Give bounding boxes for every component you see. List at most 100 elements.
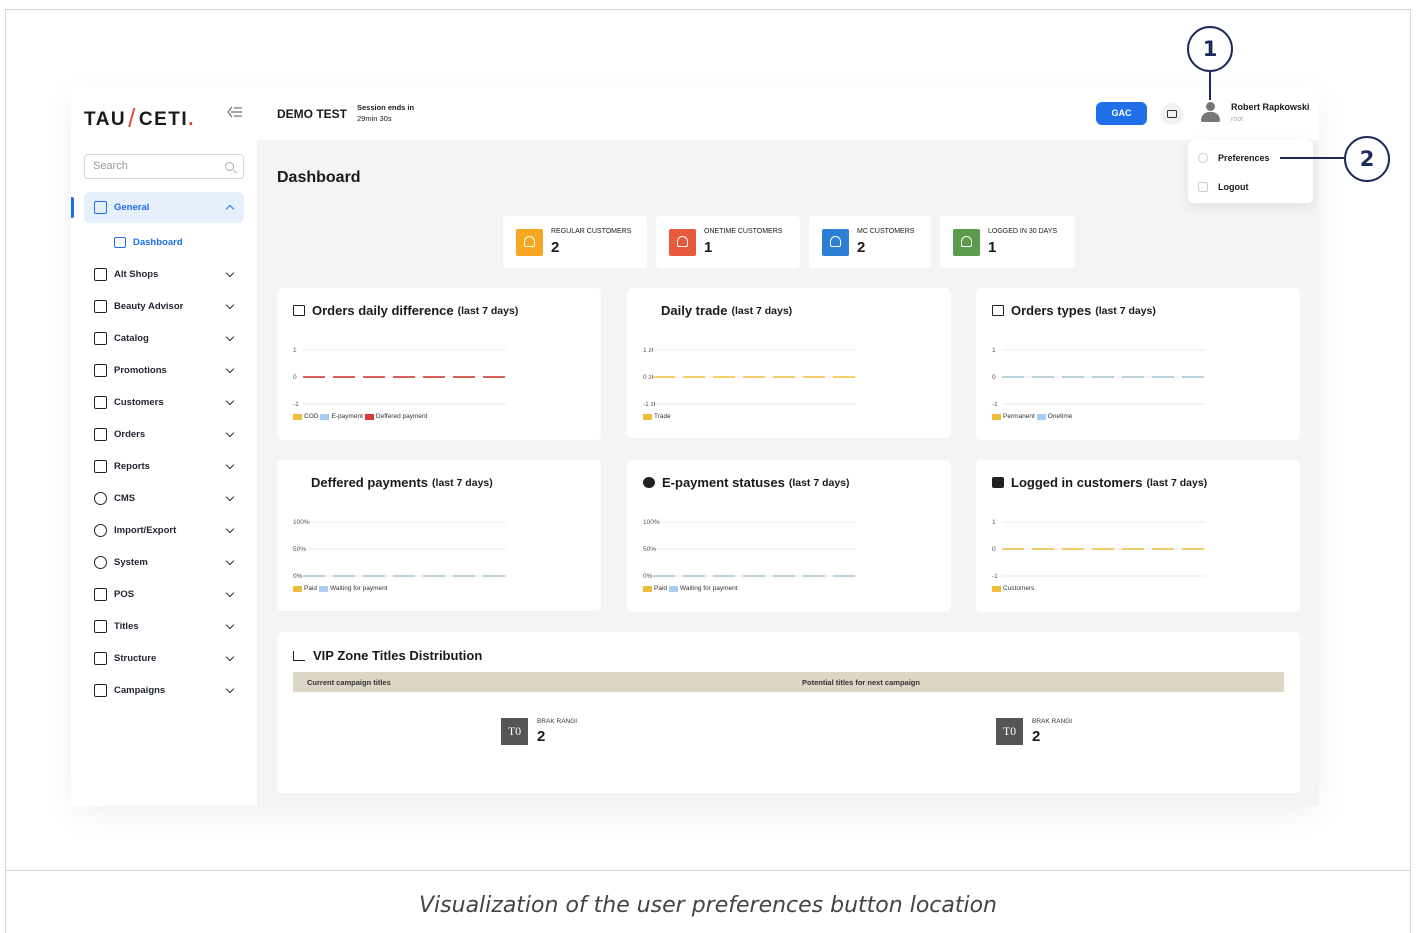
y-tick-label: -1 [992,401,998,408]
sidebar-subitem-dashboard[interactable]: Dashboard [114,232,183,252]
sidebar-item-pos[interactable]: POS [84,579,244,610]
chevron-up-icon [225,204,235,214]
chart-legend: Trade [643,413,673,420]
topbar: DEMO TEST Session ends in 29min 30s GAC … [257,88,1319,140]
sidebar-item-cms[interactable]: CMS [84,483,244,514]
session-timer: Session ends in 29min 30s [357,102,414,124]
sidebar-item-reports[interactable]: Reports [84,451,244,482]
logo-text-ceti: CETI [138,109,189,130]
chevron-down-icon [225,652,235,662]
stat-label: REGULAR CUSTOMERS [551,228,632,235]
sidebar-item-label: Alt Shops [114,269,159,280]
search-input[interactable]: Search [84,154,244,179]
legend-label: Paid [304,585,318,592]
chevron-down-icon [225,556,235,566]
sidebar-item-structure[interactable]: Structure [84,643,244,674]
title-label: BRAK RANGI [537,718,578,725]
chevron-down-icon [225,492,235,502]
y-tick-label: 0 [992,374,996,381]
sidebar-item-system[interactable]: System [84,547,244,578]
user-name[interactable]: Robert Rapkowski [1231,102,1310,112]
sidebar-item-label: Campaigns [114,685,166,696]
legend-item[interactable]: Paid [643,585,667,592]
share-icon [94,524,107,537]
legend-item[interactable]: Onetime [1036,413,1072,420]
stat-mc-customers: MC CUSTOMERS 2 [809,216,931,268]
chevron-down-icon [225,620,235,630]
y-tick-label: 0 [293,374,297,381]
sidebar-item-label: Orders [114,429,146,440]
gift-icon [94,364,107,377]
user-avatar-icon[interactable] [1200,102,1220,124]
search-icon [225,162,234,171]
sidebar-item-beauty-advisor[interactable]: Beauty Advisor [84,291,244,322]
legend-item[interactable]: Deffered payment [364,413,427,420]
legend-swatch [643,585,652,592]
logo-text-tau: TAU [84,109,127,130]
y-tick-label: 100% [293,519,310,526]
legend-item[interactable]: E-payment [320,413,363,420]
y-tick-label: 100% [643,519,660,526]
sidebar-item-label: Customers [114,397,164,408]
chart-card-deffered-payments: Deffered payments (last 7 days) 100% 50% 0%… [277,460,601,611]
y-tick-label: 50% [293,546,306,553]
collapse-sidebar-icon[interactable] [227,105,243,119]
stat-regular-customers: REGULAR CUSTOMERS 2 [503,216,647,268]
sidebar-item-label: Import/Export [114,525,177,536]
stat-value: 1 [704,239,713,256]
gac-button[interactable]: GAC [1096,102,1147,125]
preferences-menu-item[interactable]: Preferences [1198,151,1270,165]
legend-item[interactable]: Permanent [992,413,1035,420]
chevron-down-icon [225,364,235,374]
chart-legend: Customers [992,585,1036,592]
chat-button[interactable] [1161,103,1183,125]
sidebar-item-label: Reports [114,461,150,472]
stat-label: LOGGED IN 30 DAYS [988,228,1058,235]
logo-slash: / [128,103,137,133]
y-tick-label: 0% [293,573,303,580]
sidebar-item-promotions[interactable]: Promotions [84,355,244,386]
logout-menu-item[interactable]: Logout [1198,180,1249,194]
shop-name: DEMO TEST [277,107,348,121]
gear-icon [1198,153,1208,163]
legend-item[interactable]: Waiting for payment [319,585,388,592]
legend-item[interactable]: COD [293,413,318,420]
sidebar-item-orders[interactable]: Orders [84,419,244,450]
chevron-down-icon [225,268,235,278]
y-tick-label: 1 [293,347,297,354]
y-tick-label: 1 [992,519,996,526]
preferences-label: Preferences [1218,153,1270,163]
legend-label: Customers [1003,585,1035,592]
line-chart-icon [293,650,305,661]
sidebar-item-label: POS [114,589,135,600]
legend-item[interactable]: Customers [992,585,1034,592]
chart-legend: Paid Waiting for payment [293,585,390,592]
sidebar-item-alt-shops[interactable]: Alt Shops [84,259,244,290]
trend-icon [94,460,107,473]
legend-item[interactable]: Trade [643,413,671,420]
legend-item[interactable]: Paid [293,585,317,592]
sidebar-subitem-label: Dashboard [133,236,183,248]
sidebar-item-import-export[interactable]: Import/Export [84,515,244,546]
sidebar-item-titles[interactable]: Titles [84,611,244,642]
chart-legend: COD E-payment Deffered payment [293,413,429,420]
brand-logo[interactable]: TAU/CETI. [84,101,195,133]
sidebar-item-catalog[interactable]: Catalog [84,323,244,354]
user-role: root [1231,116,1244,123]
legend-item[interactable]: Waiting for payment [669,585,738,592]
vip-title-text: VIP Zone Titles Distribution [313,648,483,663]
stat-label: MC CUSTOMERS [857,228,915,235]
sidebar-item-general[interactable]: General [84,192,244,223]
search-placeholder: Search [93,160,128,172]
folder-icon [94,332,107,345]
active-indicator [71,197,74,218]
avatar-head [1206,102,1215,111]
sidebar-item-customers[interactable]: Customers [84,387,244,418]
chevron-down-icon [225,460,235,470]
chart-legend: Permanent Onetime [992,413,1074,420]
sidebar-item-label: Beauty Advisor [114,301,184,312]
sidebar-item-label: Titles [114,621,139,632]
sidebar-item-campaigns[interactable]: Campaigns [84,675,244,706]
stat-label: ONETIME CUSTOMERS [704,228,783,235]
logout-label: Logout [1218,182,1249,192]
